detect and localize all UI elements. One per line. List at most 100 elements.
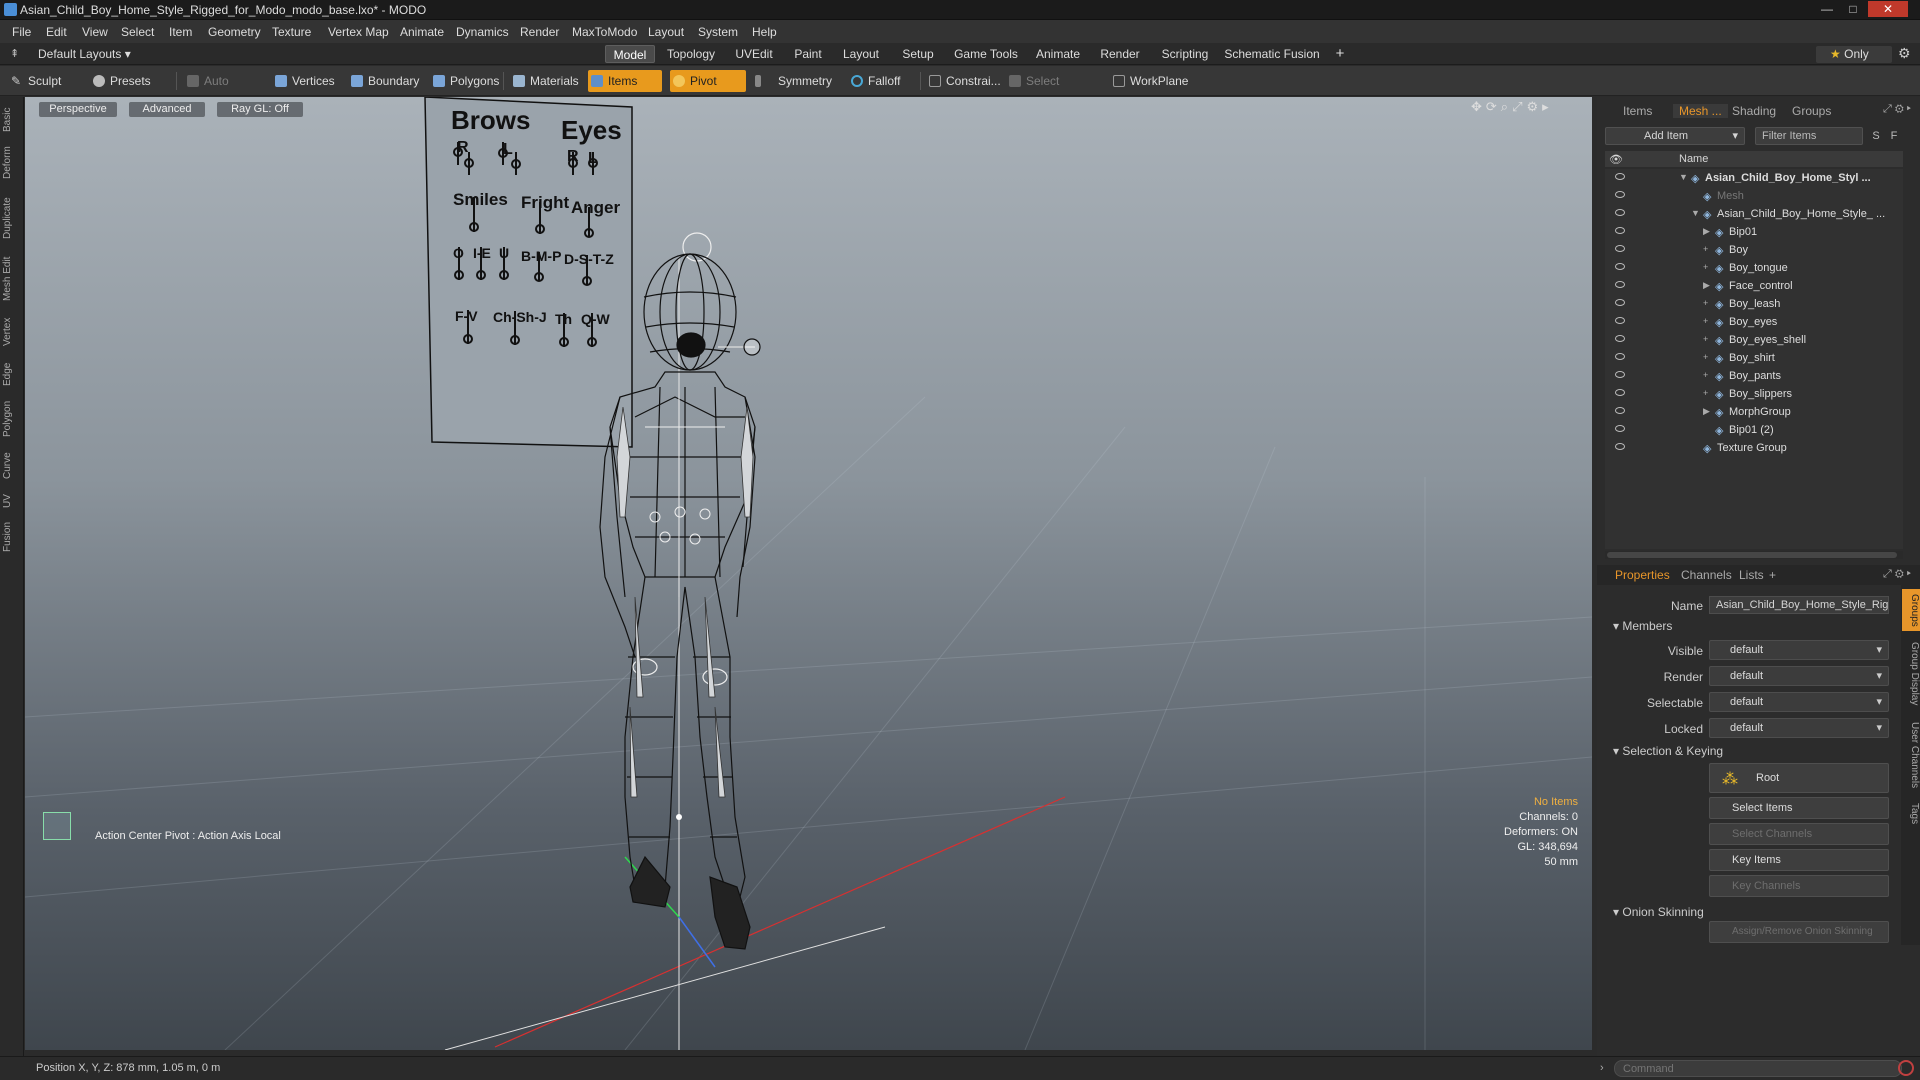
name-column-header[interactable]: Name bbox=[1679, 153, 1708, 165]
menu-file[interactable]: File bbox=[12, 25, 31, 39]
tree-row[interactable]: ◈ Bip01 (2) bbox=[1605, 421, 1911, 439]
left-tab-curve[interactable]: Curve bbox=[2, 449, 20, 483]
select-channels-button[interactable]: Select Channels bbox=[1709, 823, 1889, 845]
tree-row[interactable]: ▶ ◈ Face_control bbox=[1605, 277, 1911, 295]
left-tab-duplicate[interactable]: Duplicate bbox=[2, 193, 20, 243]
gear-icon[interactable]: ⚙ bbox=[1898, 45, 1911, 62]
expand-toggle-icon[interactable]: ▶ bbox=[1703, 226, 1710, 237]
select-items-button[interactable]: Select Items bbox=[1709, 797, 1889, 819]
tree-row[interactable]: + ◈ Boy_tongue bbox=[1605, 259, 1911, 277]
tab-scripting[interactable]: Scripting bbox=[1154, 45, 1216, 63]
selectable-dropdown[interactable]: default bbox=[1709, 692, 1889, 712]
locked-dropdown[interactable]: default bbox=[1709, 718, 1889, 738]
left-tab-edge[interactable]: Edge bbox=[2, 359, 20, 389]
layout-pin-icon[interactable]: ⇞ bbox=[10, 47, 19, 60]
visibility-eye-icon[interactable] bbox=[1615, 263, 1625, 270]
expand-toggle-icon[interactable]: + bbox=[1703, 352, 1708, 362]
vertices-button[interactable]: Vertices bbox=[272, 70, 336, 92]
tree-row[interactable]: ▼ ◈ Asian_Child_Boy_Home_Style_ ... bbox=[1605, 205, 1911, 223]
filter-items-field[interactable]: Filter Items bbox=[1755, 127, 1863, 145]
polygons-button[interactable]: Polygons bbox=[430, 70, 499, 92]
3d-viewport[interactable]: Perspective Advanced Ray GL: Off ✥⟳⌕⤢⚙▸ … bbox=[25, 97, 1592, 1050]
left-tab-fusion[interactable]: Fusion bbox=[2, 519, 20, 555]
pivot-button[interactable]: Pivot bbox=[670, 70, 746, 92]
tab-render[interactable]: Render bbox=[1094, 45, 1146, 63]
tree-row[interactable]: + ◈ Boy_eyes bbox=[1605, 313, 1911, 331]
record-icon[interactable] bbox=[1898, 1060, 1914, 1076]
visibility-eye-icon[interactable] bbox=[1615, 191, 1625, 198]
panel-options-icons[interactable]: ⤢ ⚙ ▸ bbox=[1883, 103, 1911, 116]
expand-toggle-icon[interactable]: ▶ bbox=[1703, 280, 1710, 291]
left-tab-polygon[interactable]: Polygon bbox=[2, 397, 20, 441]
selection-keying-section[interactable]: ▾ Selection & Keying bbox=[1613, 744, 1723, 758]
tree-row[interactable]: ▶ ◈ MorphGroup bbox=[1605, 403, 1911, 421]
only-toggle[interactable]: ★ Only bbox=[1816, 46, 1892, 63]
side-tab-user-channels[interactable]: User Channels bbox=[1902, 717, 1920, 793]
menu-edit[interactable]: Edit bbox=[46, 25, 67, 39]
menu-texture[interactable]: Texture bbox=[272, 25, 311, 39]
tab-items[interactable]: Items bbox=[1623, 104, 1652, 118]
expand-toggle-icon[interactable]: + bbox=[1703, 334, 1708, 344]
expand-toggle-icon[interactable]: + bbox=[1703, 244, 1708, 254]
tree-scrollbar-thumb[interactable] bbox=[1607, 552, 1897, 558]
assign-onion-button[interactable]: Assign/Remove Onion Skinning bbox=[1709, 921, 1889, 943]
root-button[interactable]: ⁂ Root bbox=[1709, 763, 1889, 793]
visibility-eye-icon[interactable] bbox=[1615, 335, 1625, 342]
tree-row[interactable]: ◈ Mesh bbox=[1605, 187, 1911, 205]
onion-skinning-section[interactable]: ▾ Onion Skinning bbox=[1613, 905, 1704, 919]
visibility-eye-icon[interactable] bbox=[1615, 245, 1625, 252]
items-button[interactable]: Items bbox=[588, 70, 662, 92]
minimize-button[interactable]: — bbox=[1816, 1, 1838, 17]
constrain-button[interactable]: Constrai... bbox=[926, 70, 1008, 92]
expand-toggle-icon[interactable]: ▶ bbox=[1703, 406, 1710, 417]
key-items-button[interactable]: Key Items bbox=[1709, 849, 1889, 871]
add-item-dropdown[interactable]: Add Item ▾ bbox=[1605, 127, 1745, 145]
auto-select-button[interactable]: Auto Select bbox=[184, 70, 264, 110]
expand-toggle-icon[interactable]: + bbox=[1703, 370, 1708, 380]
tab-groups[interactable]: Groups bbox=[1792, 104, 1831, 118]
visibility-eye-icon[interactable] bbox=[1615, 389, 1625, 396]
visibility-eye-icon[interactable] bbox=[1615, 425, 1625, 432]
tab-mesh[interactable]: Mesh ... bbox=[1673, 104, 1728, 118]
members-section[interactable]: ▾ Members bbox=[1613, 619, 1672, 633]
expand-toggle-icon[interactable]: + bbox=[1703, 316, 1708, 326]
visibility-eye-icon[interactable] bbox=[1615, 317, 1625, 324]
sculpt-button[interactable]: ✎ Sculpt bbox=[8, 70, 88, 92]
visibility-eye-icon[interactable] bbox=[1615, 209, 1625, 216]
tab-properties[interactable]: Properties bbox=[1615, 568, 1670, 582]
visibility-eye-icon[interactable] bbox=[1615, 173, 1625, 180]
expand-toggle-icon[interactable]: + bbox=[1703, 298, 1708, 308]
filter-s-button[interactable]: S bbox=[1869, 127, 1883, 145]
menu-maxtomodo[interactable]: MaxToModo bbox=[572, 25, 637, 39]
menu-dynamics[interactable]: Dynamics bbox=[456, 25, 509, 39]
menu-select[interactable]: Select bbox=[121, 25, 154, 39]
tab-schematic-fusion[interactable]: Schematic Fusion bbox=[1224, 45, 1320, 63]
visibility-eye-icon[interactable] bbox=[1615, 227, 1625, 234]
tab-animate[interactable]: Animate bbox=[1030, 45, 1086, 63]
tree-row[interactable]: ▼ ◈ Asian_Child_Boy_Home_Styl ... bbox=[1605, 169, 1911, 187]
tab-paint[interactable]: Paint bbox=[788, 45, 828, 63]
command-input[interactable] bbox=[1614, 1060, 1902, 1077]
tree-row[interactable]: + ◈ Boy_slippers bbox=[1605, 385, 1911, 403]
left-tab-uv[interactable]: UV bbox=[2, 491, 20, 511]
tab-shading[interactable]: Shading bbox=[1732, 104, 1776, 118]
menu-vertex-map[interactable]: Vertex Map bbox=[328, 25, 389, 39]
presets-button[interactable]: Presets bbox=[90, 70, 168, 92]
menu-system[interactable]: System bbox=[698, 25, 738, 39]
tree-row[interactable]: + ◈ Boy_shirt bbox=[1605, 349, 1911, 367]
side-tab-groups[interactable]: Groups bbox=[1902, 589, 1920, 631]
menu-layout[interactable]: Layout bbox=[648, 25, 684, 39]
tree-row[interactable]: + ◈ Boy_leash bbox=[1605, 295, 1911, 313]
tab-game-tools[interactable]: Game Tools bbox=[950, 45, 1022, 63]
menu-animate[interactable]: Animate bbox=[400, 25, 444, 39]
tree-row[interactable]: + ◈ Boy bbox=[1605, 241, 1911, 259]
materials-button[interactable]: Materials bbox=[510, 70, 580, 92]
expand-toggle-icon[interactable]: + bbox=[1703, 388, 1708, 398]
left-tab-mesh-edit[interactable]: Mesh Edit bbox=[2, 253, 20, 305]
tab-model[interactable]: Model bbox=[605, 45, 655, 63]
tab-setup[interactable]: Setup bbox=[894, 45, 942, 63]
menu-geometry[interactable]: Geometry bbox=[208, 25, 261, 39]
menu-help[interactable]: Help bbox=[752, 25, 777, 39]
visibility-eye-icon[interactable] bbox=[1615, 299, 1625, 306]
maximize-button[interactable]: □ bbox=[1842, 1, 1864, 17]
